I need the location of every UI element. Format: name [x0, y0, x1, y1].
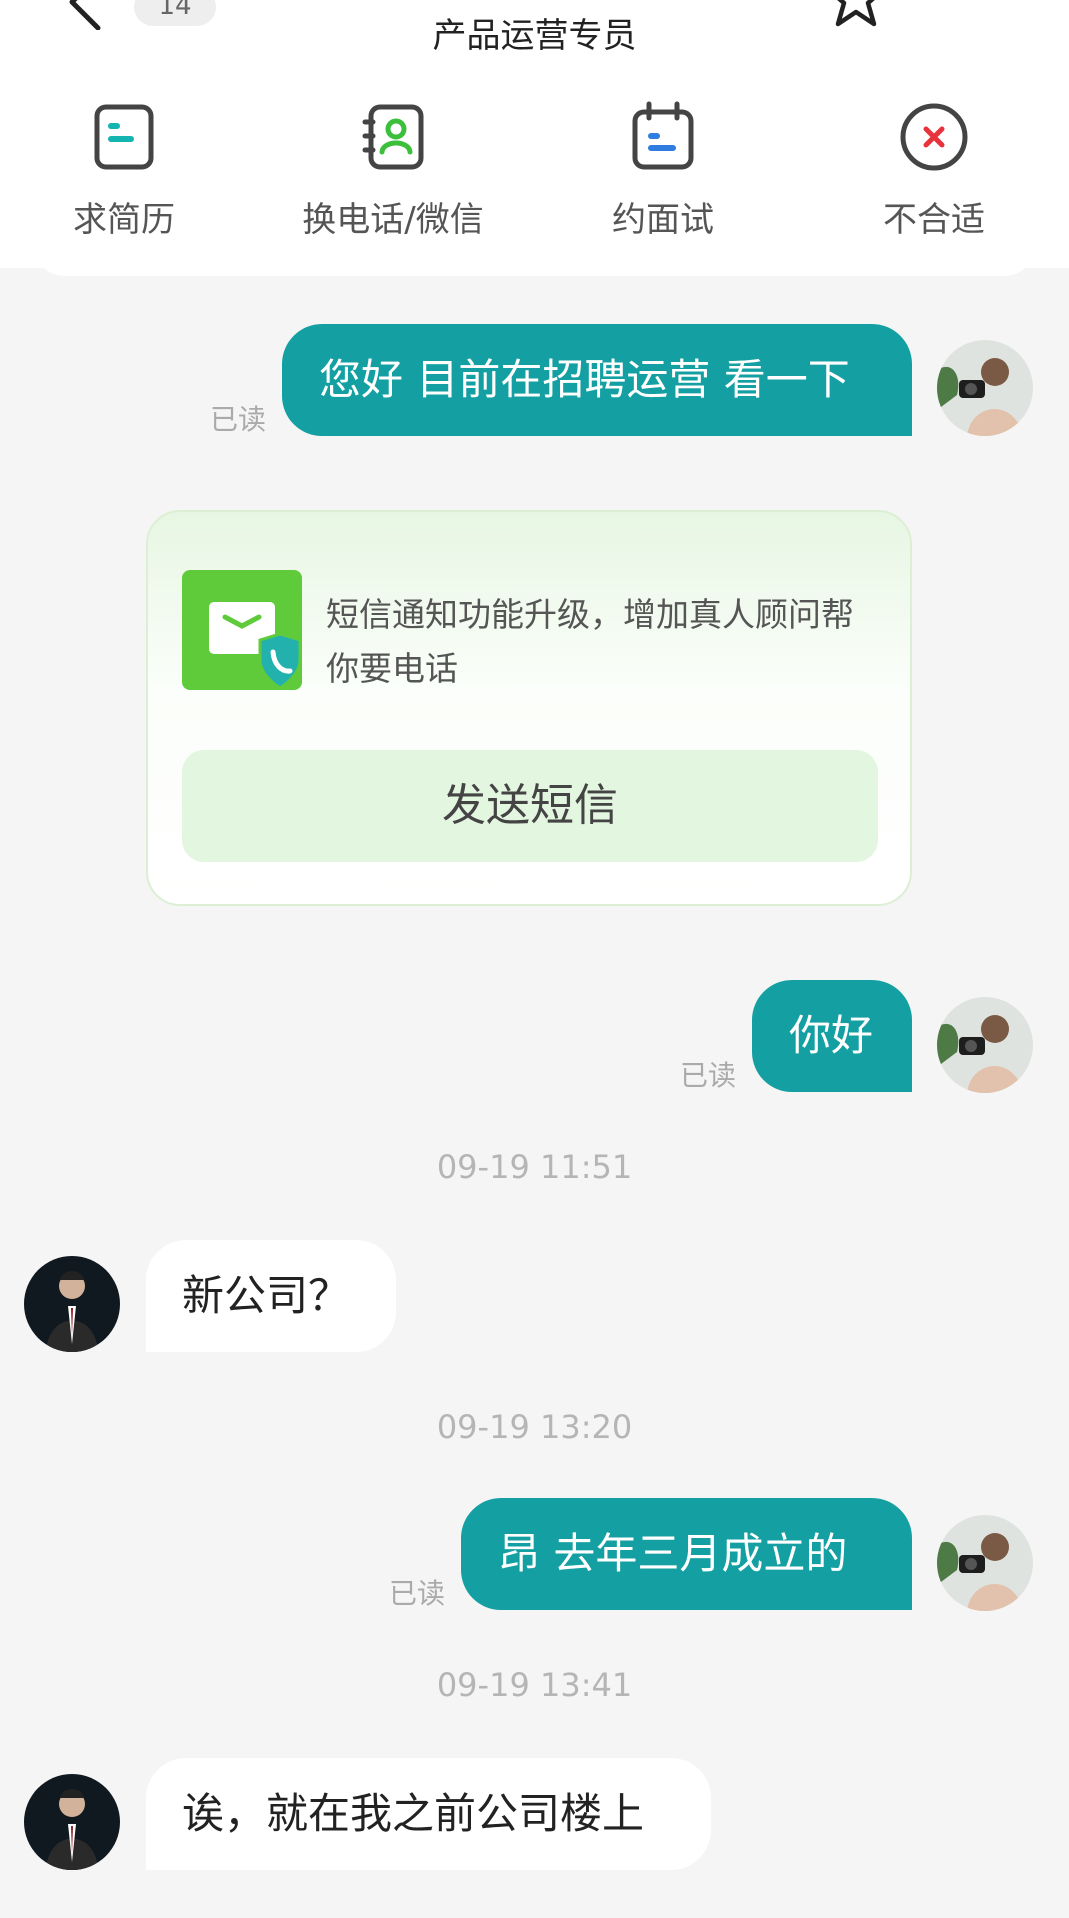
outgoing-message-bubble[interactable]: 你好: [752, 980, 912, 1092]
read-receipt: 已读: [210, 403, 267, 436]
chat-screen: 14 产品运营专员 求简历 换电话/微信 约面试 不合适 已读 您好 目前在招聘…: [0, 0, 1069, 1918]
exchange-contact-button[interactable]: 换电话/微信: [283, 100, 503, 241]
message-timestamp: 09-19 13:41: [436, 1666, 633, 1704]
message-timestamp: 09-19 13:20: [436, 1408, 633, 1446]
exchange-contact-label: 换电话/微信: [302, 200, 484, 240]
resume-icon: [94, 104, 154, 170]
job-title: 产品运营专员: [432, 16, 637, 56]
schedule-interview-button[interactable]: 约面试: [553, 100, 773, 241]
contact-card-icon: [362, 104, 424, 170]
more-icon[interactable]: [946, 0, 1006, 4]
read-receipt: 已读: [680, 1059, 737, 1092]
calendar-icon: [632, 101, 694, 170]
incoming-message-bubble[interactable]: 诶，就在我之前公司楼上: [146, 1758, 711, 1870]
my-avatar[interactable]: [937, 340, 1033, 436]
star-icon[interactable]: [826, 0, 886, 28]
request-resume-button[interactable]: 求简历: [14, 100, 234, 241]
sms-envelope-icon: [182, 570, 302, 690]
recruiter-avatar[interactable]: [24, 1774, 120, 1870]
sms-card-text: 短信通知功能升级，增加真人顾问帮你要电话: [326, 595, 854, 688]
read-receipt: 已读: [389, 1577, 446, 1610]
my-avatar[interactable]: [937, 997, 1033, 1093]
sms-notification-card: 短信通知功能升级，增加真人顾问帮你要电话 发送短信: [146, 510, 912, 906]
header-rounded-edge: [30, 240, 1039, 276]
not-suitable-button[interactable]: 不合适: [824, 100, 1044, 241]
recruiter-avatar[interactable]: [24, 1256, 120, 1352]
outgoing-message-bubble[interactable]: 昂 去年三月成立的: [461, 1498, 912, 1610]
send-sms-button[interactable]: 发送短信: [182, 750, 878, 862]
schedule-interview-label: 约面试: [612, 200, 714, 240]
quick-actions-bar: 求简历 换电话/微信 约面试 不合适: [0, 100, 1069, 240]
my-avatar[interactable]: [937, 1515, 1033, 1611]
incoming-message-bubble[interactable]: 新公司？: [146, 1240, 396, 1352]
outgoing-message-bubble[interactable]: 您好 目前在招聘运营 看一下: [282, 324, 912, 436]
request-resume-label: 求简历: [73, 200, 175, 240]
reject-icon: [900, 103, 968, 171]
chat-header: 14 产品运营专员 求简历 换电话/微信 约面试 不合适: [0, 0, 1069, 268]
not-suitable-label: 不合适: [883, 200, 985, 240]
message-timestamp: 09-19 11:51: [436, 1148, 633, 1186]
